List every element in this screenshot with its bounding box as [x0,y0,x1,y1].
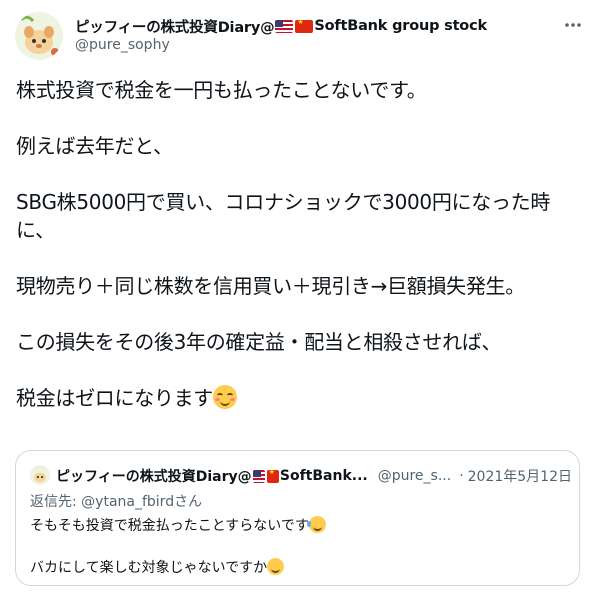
tweet-line: 現物売り＋同じ株数を信用買い＋現引き→巨額損失発生。 [16,274,525,298]
quoted-header: ピッフィーの株式投資Diary@ SoftBank... @pure_s... … [56,466,572,486]
tweet-line: 税金はゼロになります [16,386,213,410]
reply-to: 返信先: @ytana_fbirdさん [30,491,202,511]
author-name-suffix: SoftBank group stock [314,18,487,34]
quoted-line: バカにして楽しむ対象じゃないですか [30,557,285,577]
avatar[interactable] [15,12,63,60]
quoted-tweet[interactable]: ピッフィーの株式投資Diary@ SoftBank... @pure_s... … [15,450,580,586]
quoted-line-text: バカにして楽しむ対象じゃないですか [30,560,268,576]
quoted-handle: @pure_s... [377,468,452,484]
quoted-author-suffix: SoftBank... [279,468,368,484]
reply-suffix: さん [174,494,203,510]
smiling-face-emoji-icon [267,558,285,575]
cn-flag-icon [266,469,279,483]
separator-dot: · [459,468,464,484]
quoted-avatar [30,465,50,485]
author-handle[interactable]: @pure_sophy [75,37,170,53]
tears-of-joy-emoji-icon [306,516,326,533]
smiling-face-emoji-icon [213,385,237,409]
cn-flag-icon [295,19,314,33]
us-flag-icon [275,19,294,33]
quoted-line-text: そもそも投資で税金払ったことすらないです [30,518,309,534]
quoted-date: 2021年5月12日 [467,469,572,485]
tweet-line: SBG株5000円で買い、コロナショックで3000円になった時に、 [16,190,551,242]
us-flag-icon [252,469,265,483]
tweet-last-line: 税金はゼロになります [16,384,586,412]
tweet-line: 株式投資で税金を一円も払ったことないです。 [16,78,427,102]
author-name[interactable]: ピッフィーの株式投資Diary@ SoftBank group stock [75,16,545,36]
reply-prefix: 返信先: [30,494,82,510]
tweet-line: 例えば去年だと、 [16,134,173,158]
more-icon[interactable] [562,14,584,36]
author-name-text: ピッフィーの株式投資Diary@ [75,19,275,36]
reply-handle-link[interactable]: @ytana_fbird [81,494,174,510]
quoted-line: そもそも投資で税金払ったことすらないです [30,515,326,535]
quoted-author-name: ピッフィーの株式投資Diary@ [56,469,252,485]
tweet-text: 株式投資で税金を一円も払ったことないです。 例えば去年だと、 SBG株5000円… [16,76,586,412]
tweet-line: この損失をその後3年の確定益・配当と相殺させれば、 [16,330,502,354]
